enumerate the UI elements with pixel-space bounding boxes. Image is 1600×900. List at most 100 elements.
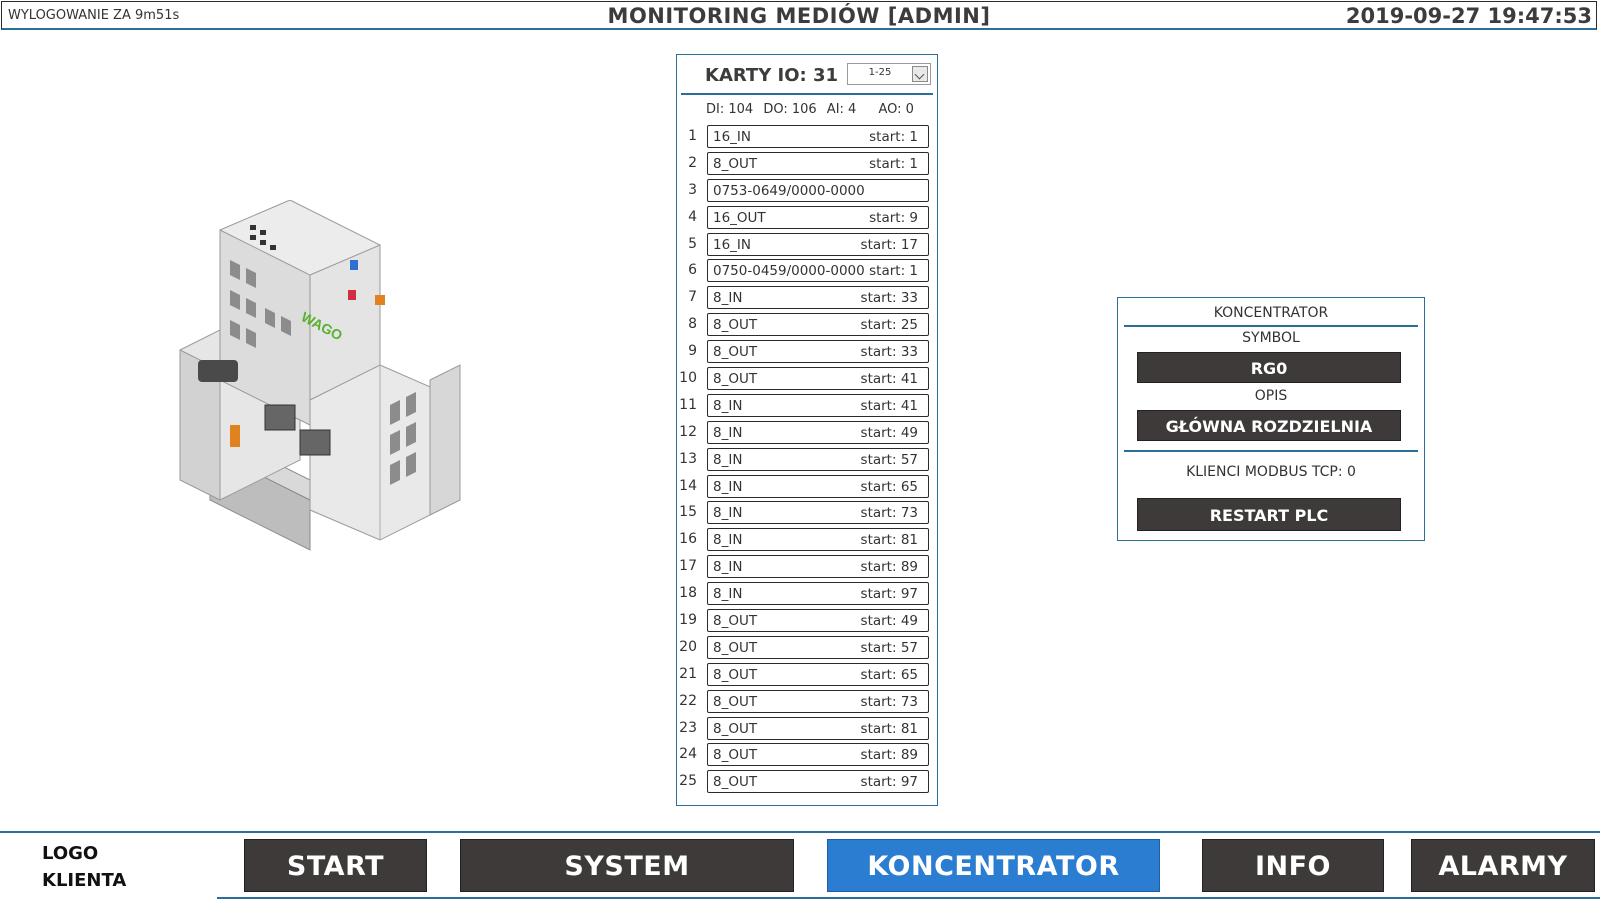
io-card-type: 8_OUT xyxy=(713,317,758,334)
io-card-field[interactable]: 8_IN start: 89 xyxy=(707,555,929,579)
io-card-start: start: 73 xyxy=(860,505,918,522)
io-card-row: 8 8_OUT start: 25 xyxy=(677,312,937,339)
nav-alarmy-button[interactable]: ALARMY xyxy=(1411,839,1595,892)
chevron-down-icon[interactable] xyxy=(912,66,928,82)
io-card-type: 16_IN xyxy=(713,236,752,253)
io-card-start: start: 41 xyxy=(860,371,918,388)
io-card-field[interactable]: 8_OUT start: 33 xyxy=(707,340,929,364)
io-card-field[interactable]: 8_IN start: 57 xyxy=(707,447,929,471)
io-card-row: 10 8_OUT start: 41 xyxy=(677,366,937,393)
io-card-start: start: 1 xyxy=(869,263,918,280)
io-card-field[interactable]: 16_IN start: 17 xyxy=(707,232,929,256)
io-card-field[interactable]: 8_IN start: 65 xyxy=(707,474,929,498)
io-card-type: 8_IN xyxy=(713,586,743,603)
io-card-row: 9 8_OUT start: 33 xyxy=(677,339,937,366)
io-card-field[interactable]: 8_OUT start: 41 xyxy=(707,367,929,391)
io-card-number: 10 xyxy=(679,370,697,387)
io-card-row: 20 8_OUT start: 57 xyxy=(677,635,937,662)
io-card-row: 22 8_OUT start: 73 xyxy=(677,689,937,716)
io-card-field[interactable]: 0753-0649/0000-0000 xyxy=(707,178,929,202)
io-card-number: 18 xyxy=(679,585,697,602)
divider xyxy=(1124,325,1418,327)
io-card-number: 21 xyxy=(679,665,697,682)
io-card-start: start: 1 xyxy=(869,155,918,172)
io-cards-panel: KARTY IO: 31 1-25 DI: 104 DO: 106 AI: 4 … xyxy=(676,54,938,806)
io-card-field[interactable]: 8_IN start: 73 xyxy=(707,501,929,525)
top-bar: WYLOGOWANIE ZA 9m51s MONITORING MEDIÓW [… xyxy=(1,1,1597,30)
io-card-start: start: 17 xyxy=(860,236,918,253)
restart-plc-button[interactable]: RESTART PLC xyxy=(1137,498,1401,531)
di-count: DI: 104 xyxy=(706,102,754,117)
logo-line2: KLIENTA xyxy=(42,870,127,891)
io-card-field[interactable]: 0750-0459/0000-0000 start: 1 xyxy=(707,259,929,283)
io-card-row: 23 8_OUT start: 81 xyxy=(677,716,937,743)
nav-koncentrator-button[interactable]: KONCENTRATOR xyxy=(827,839,1160,892)
nav-start-button[interactable]: START xyxy=(244,839,427,892)
io-card-number: 6 xyxy=(688,262,697,279)
io-card-field[interactable]: 8_OUT start: 65 xyxy=(707,662,929,686)
do-count: DO: 106 xyxy=(763,102,817,117)
io-card-start: start: 33 xyxy=(860,290,918,307)
io-card-number: 23 xyxy=(679,719,697,736)
io-card-start: start: 97 xyxy=(860,586,918,603)
io-card-field[interactable]: 8_OUT start: 1 xyxy=(707,151,929,175)
io-card-type: 8_OUT xyxy=(713,639,758,656)
io-card-row: 1 16_IN start: 1 xyxy=(677,124,937,151)
io-card-field[interactable]: 16_OUT start: 9 xyxy=(707,205,929,229)
io-card-field[interactable]: 16_IN start: 1 xyxy=(707,125,929,148)
io-card-field[interactable]: 8_OUT start: 73 xyxy=(707,689,929,713)
io-card-field[interactable]: 8_OUT start: 81 xyxy=(707,716,929,740)
io-range-value: 1-25 xyxy=(868,67,892,78)
nav-system-button[interactable]: SYSTEM xyxy=(460,839,794,892)
io-card-type: 8_OUT xyxy=(713,371,758,388)
nav-info-button[interactable]: INFO xyxy=(1202,839,1384,892)
io-card-row: 6 0750-0459/0000-0000 start: 1 xyxy=(677,258,937,285)
io-card-number: 7 xyxy=(688,289,697,306)
io-card-start: start: 81 xyxy=(860,532,918,549)
io-card-field[interactable]: 8_OUT start: 57 xyxy=(707,635,929,659)
io-range-select[interactable]: 1-25 xyxy=(847,63,931,85)
io-card-number: 24 xyxy=(679,746,697,763)
io-card-start: start: 65 xyxy=(860,478,918,495)
io-card-field[interactable]: 8_IN start: 97 xyxy=(707,582,929,606)
io-card-field[interactable]: 8_OUT start: 49 xyxy=(707,609,929,633)
description-value: GŁÓWNA ROZDZIELNIA xyxy=(1137,410,1401,441)
io-card-row: 2 8_OUT start: 1 xyxy=(677,151,937,178)
io-card-number: 9 xyxy=(688,343,697,360)
io-card-start: start: 57 xyxy=(860,639,918,656)
description-label: OPIS xyxy=(1254,388,1288,404)
io-card-row: 25 8_OUT start: 97 xyxy=(677,769,937,796)
divider xyxy=(217,897,1600,899)
symbol-value: RG0 xyxy=(1137,352,1401,383)
io-card-type: 8_OUT xyxy=(713,747,758,764)
io-card-type: 8_IN xyxy=(713,290,743,307)
io-card-type: 8_IN xyxy=(713,397,743,414)
io-card-type: 16_OUT xyxy=(713,209,766,226)
io-counts: DI: 104 DO: 106 AI: 4 AO: 0 xyxy=(706,102,920,117)
io-card-start: start: 89 xyxy=(860,559,918,576)
io-card-field[interactable]: 8_IN start: 81 xyxy=(707,528,929,552)
io-card-row: 16 8_IN start: 81 xyxy=(677,527,937,554)
io-card-number: 3 xyxy=(688,181,697,198)
io-card-type: 8_IN xyxy=(713,451,743,468)
io-card-row: 14 8_IN start: 65 xyxy=(677,474,937,501)
io-card-type: 8_OUT xyxy=(713,774,758,791)
io-card-number: 15 xyxy=(679,504,697,521)
io-card-field[interactable]: 8_IN start: 49 xyxy=(707,420,929,444)
io-card-type: 8_IN xyxy=(713,505,743,522)
io-card-field[interactable]: 8_OUT start: 97 xyxy=(707,770,929,794)
io-card-start: start: 33 xyxy=(860,344,918,361)
io-card-type: 8_OUT xyxy=(713,155,758,172)
io-card-field[interactable]: 8_OUT start: 25 xyxy=(707,313,929,337)
io-card-field[interactable]: 8_IN start: 33 xyxy=(707,286,929,310)
io-card-start: start: 97 xyxy=(860,774,918,791)
divider xyxy=(0,831,1600,833)
io-card-type: 8_IN xyxy=(713,478,743,495)
ai-count: AI: 4 xyxy=(826,102,857,117)
io-card-number: 16 xyxy=(679,531,697,548)
io-card-number: 13 xyxy=(679,450,697,467)
io-card-field[interactable]: 8_IN start: 41 xyxy=(707,393,929,417)
io-card-start: start: 65 xyxy=(860,666,918,683)
io-card-row: 18 8_IN start: 97 xyxy=(677,581,937,608)
io-card-field[interactable]: 8_OUT start: 89 xyxy=(707,743,929,767)
